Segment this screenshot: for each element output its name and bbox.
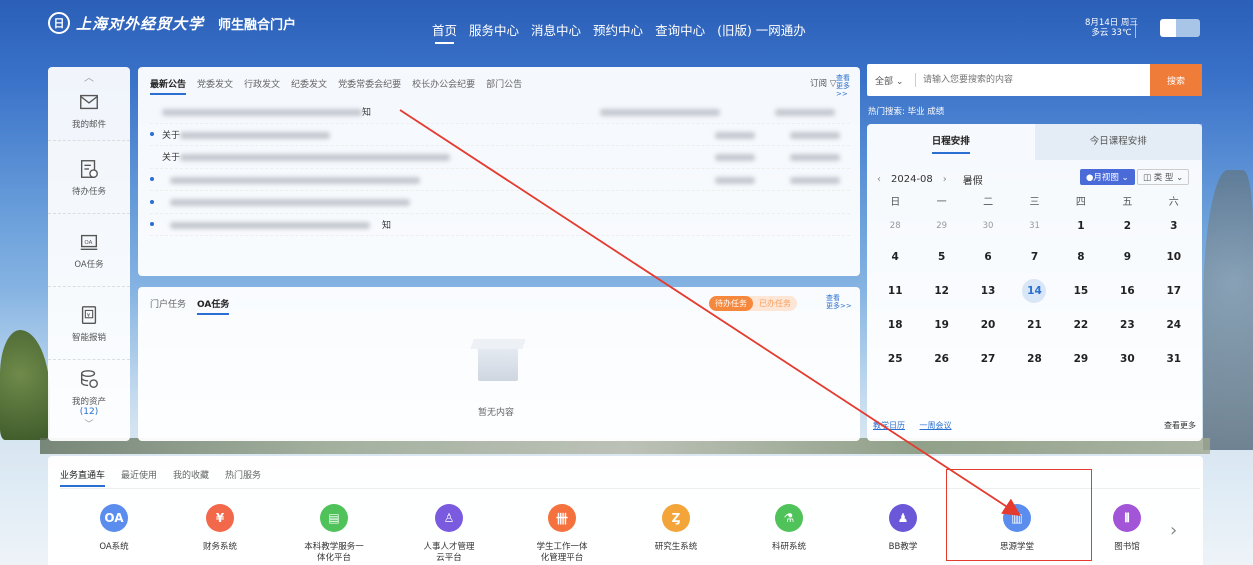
- annotation-arrow-line: [399, 109, 1022, 516]
- annotation-highlight-box: [946, 469, 1092, 561]
